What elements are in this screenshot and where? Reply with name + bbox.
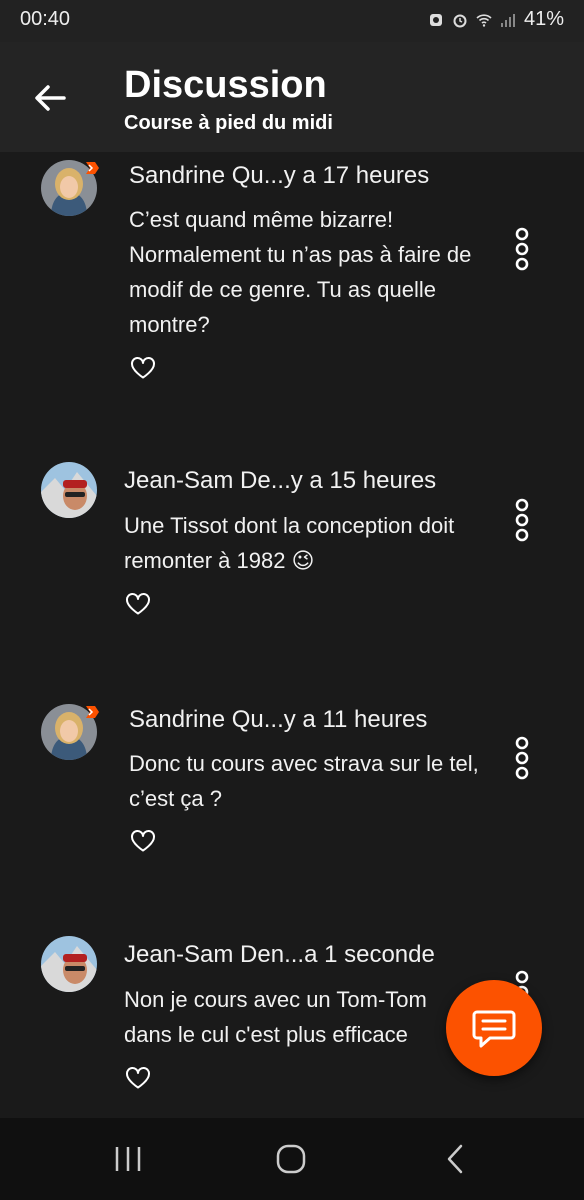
app-header: Discussion Course à pied du midi bbox=[0, 42, 584, 152]
heart-icon[interactable] bbox=[130, 356, 156, 380]
home-icon[interactable] bbox=[271, 1142, 311, 1176]
avatar[interactable] bbox=[41, 936, 97, 992]
chat-icon bbox=[472, 1010, 516, 1048]
more-options-icon[interactable] bbox=[514, 498, 530, 542]
status-bar: 00:40 41% bbox=[0, 0, 584, 42]
comment-author-time[interactable]: Sandrine Qu...y a 11 heures bbox=[129, 706, 427, 734]
comment-author-time[interactable]: Jean-Sam De...y a 15 heures bbox=[124, 467, 436, 495]
comment-text: Non je cours avec un Tom-Tom dans le cul… bbox=[124, 987, 427, 1047]
signal-icon bbox=[500, 13, 515, 27]
heart-icon[interactable] bbox=[125, 1066, 151, 1090]
recent-apps-icon[interactable] bbox=[108, 1142, 148, 1176]
new-comment-button[interactable] bbox=[446, 980, 542, 1076]
battery-percent: 41% bbox=[523, 8, 564, 30]
more-options-icon[interactable] bbox=[514, 736, 530, 780]
avatar-image bbox=[41, 462, 97, 518]
back-nav-icon[interactable] bbox=[436, 1142, 476, 1176]
heart-icon[interactable] bbox=[130, 829, 156, 853]
comment-author-time[interactable]: Jean-Sam Den...a 1 seconde bbox=[124, 941, 435, 969]
strava-badge-icon bbox=[86, 162, 99, 174]
comment-text: Une Tissot dont la conception doit remon… bbox=[124, 513, 455, 573]
avatar-image bbox=[41, 936, 97, 992]
status-icons: 41% bbox=[428, 8, 564, 31]
back-arrow-icon[interactable] bbox=[30, 78, 70, 118]
comment-author-time[interactable]: Sandrine Qu...y a 17 heures bbox=[129, 162, 429, 190]
wifi-icon bbox=[476, 13, 492, 27]
strava-badge-icon bbox=[86, 706, 99, 718]
alarm-icon bbox=[453, 14, 467, 27]
comment-list[interactable]: Sandrine Qu...y a 17 heures C’est quand … bbox=[0, 152, 584, 1118]
page-title: Discussion bbox=[124, 64, 327, 106]
status-time: 00:40 bbox=[20, 8, 71, 30]
notification-icon bbox=[429, 13, 442, 26]
more-options-icon[interactable] bbox=[514, 227, 530, 271]
avatar[interactable] bbox=[41, 462, 97, 518]
comment-text: Donc tu cours avec strava sur le tel, c’… bbox=[129, 751, 479, 811]
page-subtitle: Course à pied du midi bbox=[124, 112, 333, 134]
heart-icon[interactable] bbox=[125, 592, 151, 616]
system-nav-bar bbox=[0, 1118, 584, 1200]
comment-text: C’est quand même bizarre! Normalement tu… bbox=[129, 207, 472, 337]
